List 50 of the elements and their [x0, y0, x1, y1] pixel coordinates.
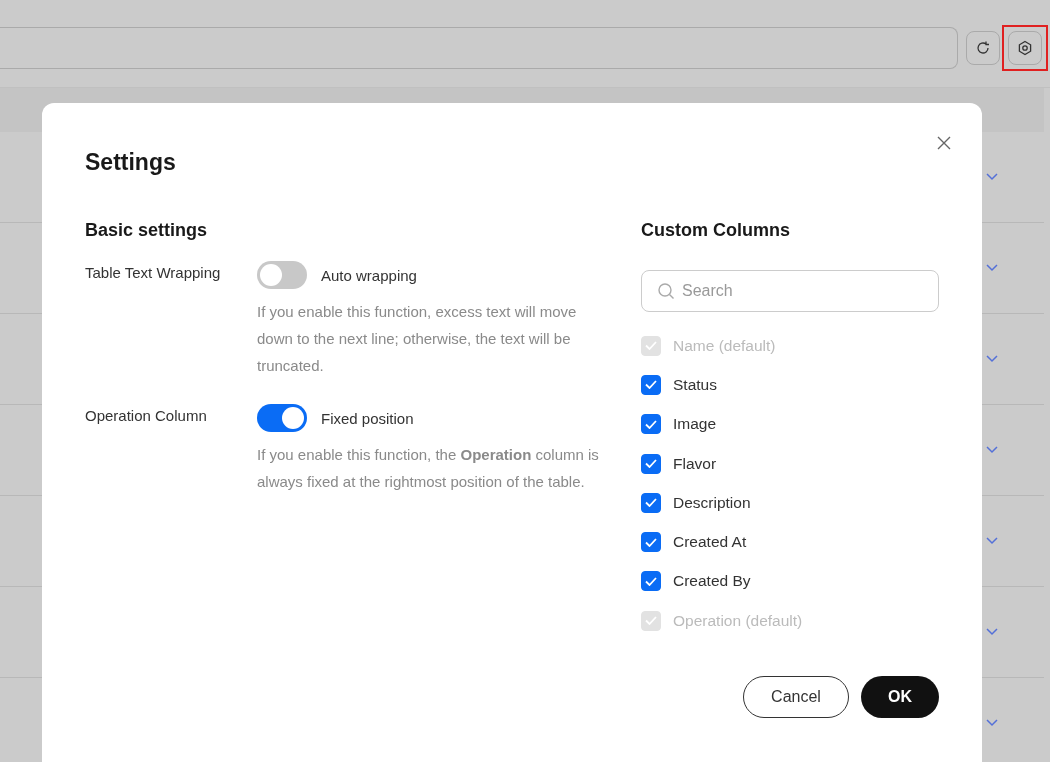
cancel-button[interactable]: Cancel [743, 676, 849, 719]
checkbox[interactable] [641, 571, 661, 592]
setting-description: If you enable this function, excess text will move down to the next line; otherwise, the text will be truncated. [257, 302, 578, 376]
checkbox[interactable] [641, 532, 661, 553]
checkmark-icon [645, 341, 657, 351]
chevron-down-icon[interactable] [986, 355, 998, 363]
dialog-title: Settings [85, 149, 177, 176]
checkbox[interactable] [641, 414, 661, 435]
chevron-down-icon[interactable] [986, 537, 998, 545]
column-label: Description [673, 493, 751, 512]
setting-label: Table Text Wrapping [85, 263, 222, 283]
settings-icon [1017, 39, 1033, 56]
column-label: Created By [673, 572, 751, 591]
setting-label: Operation Column [85, 406, 208, 426]
setting-description: If you enable this function, the Operation column is always fixed at the rightmost position of the table. [257, 445, 600, 492]
chevron-down-icon[interactable] [986, 719, 998, 727]
search-field[interactable] [0, 26, 958, 69]
checkmark-icon [645, 576, 657, 586]
search-field[interactable]: Search [641, 270, 939, 312]
switch-label: Auto wrapping [321, 266, 417, 284]
column-label: Status [673, 375, 717, 394]
checkmark-icon [645, 459, 657, 469]
toggle-switch[interactable] [257, 261, 307, 289]
section-heading: Custom Columns [641, 220, 791, 242]
ok-button[interactable]: OK [861, 676, 939, 719]
checkbox[interactable] [641, 492, 661, 513]
column-label: Name (default) [673, 336, 776, 355]
column-label: Created At [673, 533, 747, 552]
checkmark-icon [645, 380, 657, 390]
checkbox[interactable] [641, 453, 661, 474]
chevron-down-icon[interactable] [986, 264, 998, 272]
settings-button[interactable] [1008, 30, 1042, 65]
column-label: Operation (default) [673, 611, 803, 630]
refresh-icon [975, 39, 991, 56]
checkmark-icon [645, 498, 657, 508]
checkmark-icon [645, 537, 657, 547]
search-icon [657, 282, 675, 300]
close-icon[interactable] [936, 135, 952, 151]
column-label: Image [673, 415, 717, 434]
toggle-switch[interactable] [257, 404, 307, 432]
checkbox[interactable] [641, 374, 661, 395]
chevron-down-icon[interactable] [986, 628, 998, 636]
chevron-down-icon[interactable] [986, 173, 998, 181]
chevron-down-icon[interactable] [986, 446, 998, 454]
column-label: Flavor [673, 454, 717, 473]
switch-label: Fixed position [321, 409, 414, 427]
checkmark-icon [645, 419, 657, 429]
section-heading: Basic settings [85, 220, 209, 242]
refresh-button[interactable] [966, 30, 1000, 65]
checkmark-icon [645, 616, 657, 626]
